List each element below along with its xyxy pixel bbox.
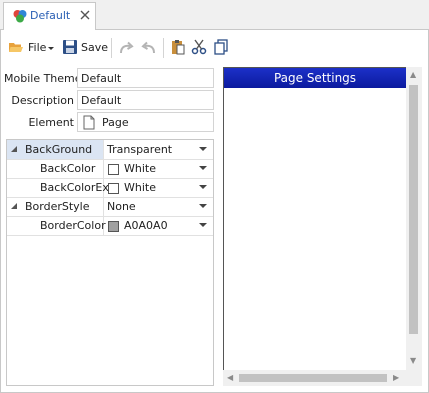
- scroll-up-icon[interactable]: ▲: [410, 70, 416, 80]
- property-value: None: [107, 200, 136, 213]
- save-label: Save: [81, 41, 109, 54]
- grid-row-borderstyle[interactable]: BorderStyle None: [7, 197, 213, 217]
- grid-name-cell: BorderStyle: [7, 197, 104, 216]
- property-value: White: [124, 162, 156, 175]
- property-value-dropdown[interactable]: Transparent: [103, 140, 213, 159]
- property-name: BackColor: [40, 162, 96, 175]
- horizontal-scrollbar[interactable]: ◀ ▶: [223, 370, 406, 386]
- tab-strip: Default: [0, 0, 429, 31]
- description-label: Description: [11, 94, 74, 107]
- element-field[interactable]: Page: [77, 112, 214, 132]
- color-swatch: [108, 183, 119, 194]
- scrollbar-corner: [406, 370, 422, 386]
- paste-icon[interactable]: [170, 39, 186, 55]
- property-value-dropdown[interactable]: None: [103, 197, 213, 216]
- toolbar-separator: [163, 38, 164, 58]
- property-value-dropdown[interactable]: White: [103, 178, 213, 197]
- grid-row-backcolor[interactable]: BackColor White: [7, 159, 213, 179]
- property-name: BorderStyle: [25, 200, 90, 213]
- dropdown-arrow-icon[interactable]: [199, 185, 207, 189]
- property-name: BackColorEx: [40, 181, 109, 194]
- mobile-theme-label: Mobile Theme: [4, 72, 82, 85]
- save-button[interactable]: Save: [60, 37, 108, 57]
- description-field[interactable]: Default: [77, 90, 214, 110]
- grid-row-background[interactable]: BackGround Transparent: [7, 140, 213, 160]
- property-name: BorderColor: [40, 219, 106, 232]
- scroll-down-icon[interactable]: ▼: [410, 356, 416, 366]
- tab-default[interactable]: Default: [3, 2, 96, 31]
- property-value: A0A0A0: [124, 219, 168, 232]
- color-swatch: [108, 164, 119, 175]
- property-value: Transparent: [107, 143, 173, 156]
- save-icon: [63, 40, 77, 54]
- grid-name-cell: BackColor: [7, 159, 104, 178]
- page-icon: [83, 115, 95, 130]
- dropdown-arrow-icon[interactable]: [199, 147, 207, 151]
- toolbar-separator: [111, 38, 112, 58]
- grid-row-bordercolor[interactable]: BorderColor A0A0A0: [7, 216, 213, 236]
- colors-icon: [13, 10, 27, 23]
- element-label: Element: [28, 116, 74, 129]
- grid-name-cell: BackColorEx: [7, 178, 109, 197]
- scrollbar-thumb[interactable]: [409, 85, 418, 334]
- close-icon[interactable]: [79, 9, 91, 21]
- dropdown-arrow-icon[interactable]: [199, 166, 207, 170]
- property-name: BackGround: [25, 143, 93, 156]
- expand-icon[interactable]: [11, 146, 17, 152]
- file-menu-button[interactable]: File: [6, 37, 56, 57]
- undo-icon[interactable]: [141, 40, 157, 56]
- scroll-right-icon[interactable]: ▶: [393, 373, 399, 383]
- copy-icon[interactable]: [213, 39, 229, 55]
- mobile-theme-field[interactable]: Default: [77, 68, 214, 88]
- chevron-down-icon: [48, 47, 54, 50]
- grid-row-backcolorex[interactable]: BackColorEx White: [7, 178, 213, 198]
- property-value-dropdown[interactable]: A0A0A0: [103, 216, 213, 235]
- preview-header: Page Settings: [224, 68, 406, 88]
- property-value-dropdown[interactable]: White: [103, 159, 213, 178]
- dropdown-arrow-icon[interactable]: [199, 223, 207, 227]
- dropdown-arrow-icon[interactable]: [199, 204, 207, 208]
- file-label: File: [28, 41, 47, 54]
- element-value: Page: [102, 116, 129, 129]
- grid-name-cell: BorderColor: [7, 216, 106, 235]
- tab-label: Default: [30, 9, 71, 22]
- scroll-left-icon[interactable]: ◀: [227, 373, 233, 383]
- grid-name-cell: BackGround: [7, 140, 104, 159]
- vertical-scrollbar[interactable]: ▲ ▼: [406, 67, 422, 370]
- scrollbar-thumb[interactable]: [239, 374, 387, 382]
- property-value: White: [124, 181, 156, 194]
- redo-icon[interactable]: [118, 40, 134, 56]
- property-grid: BackGround Transparent BackColor White B…: [6, 139, 214, 386]
- toolbar: File Save: [0, 34, 429, 62]
- expand-icon[interactable]: [11, 203, 17, 209]
- color-swatch: [108, 221, 119, 232]
- page-preview: Page Settings: [223, 67, 407, 386]
- open-folder-icon: [9, 43, 23, 52]
- cut-icon[interactable]: [191, 39, 207, 55]
